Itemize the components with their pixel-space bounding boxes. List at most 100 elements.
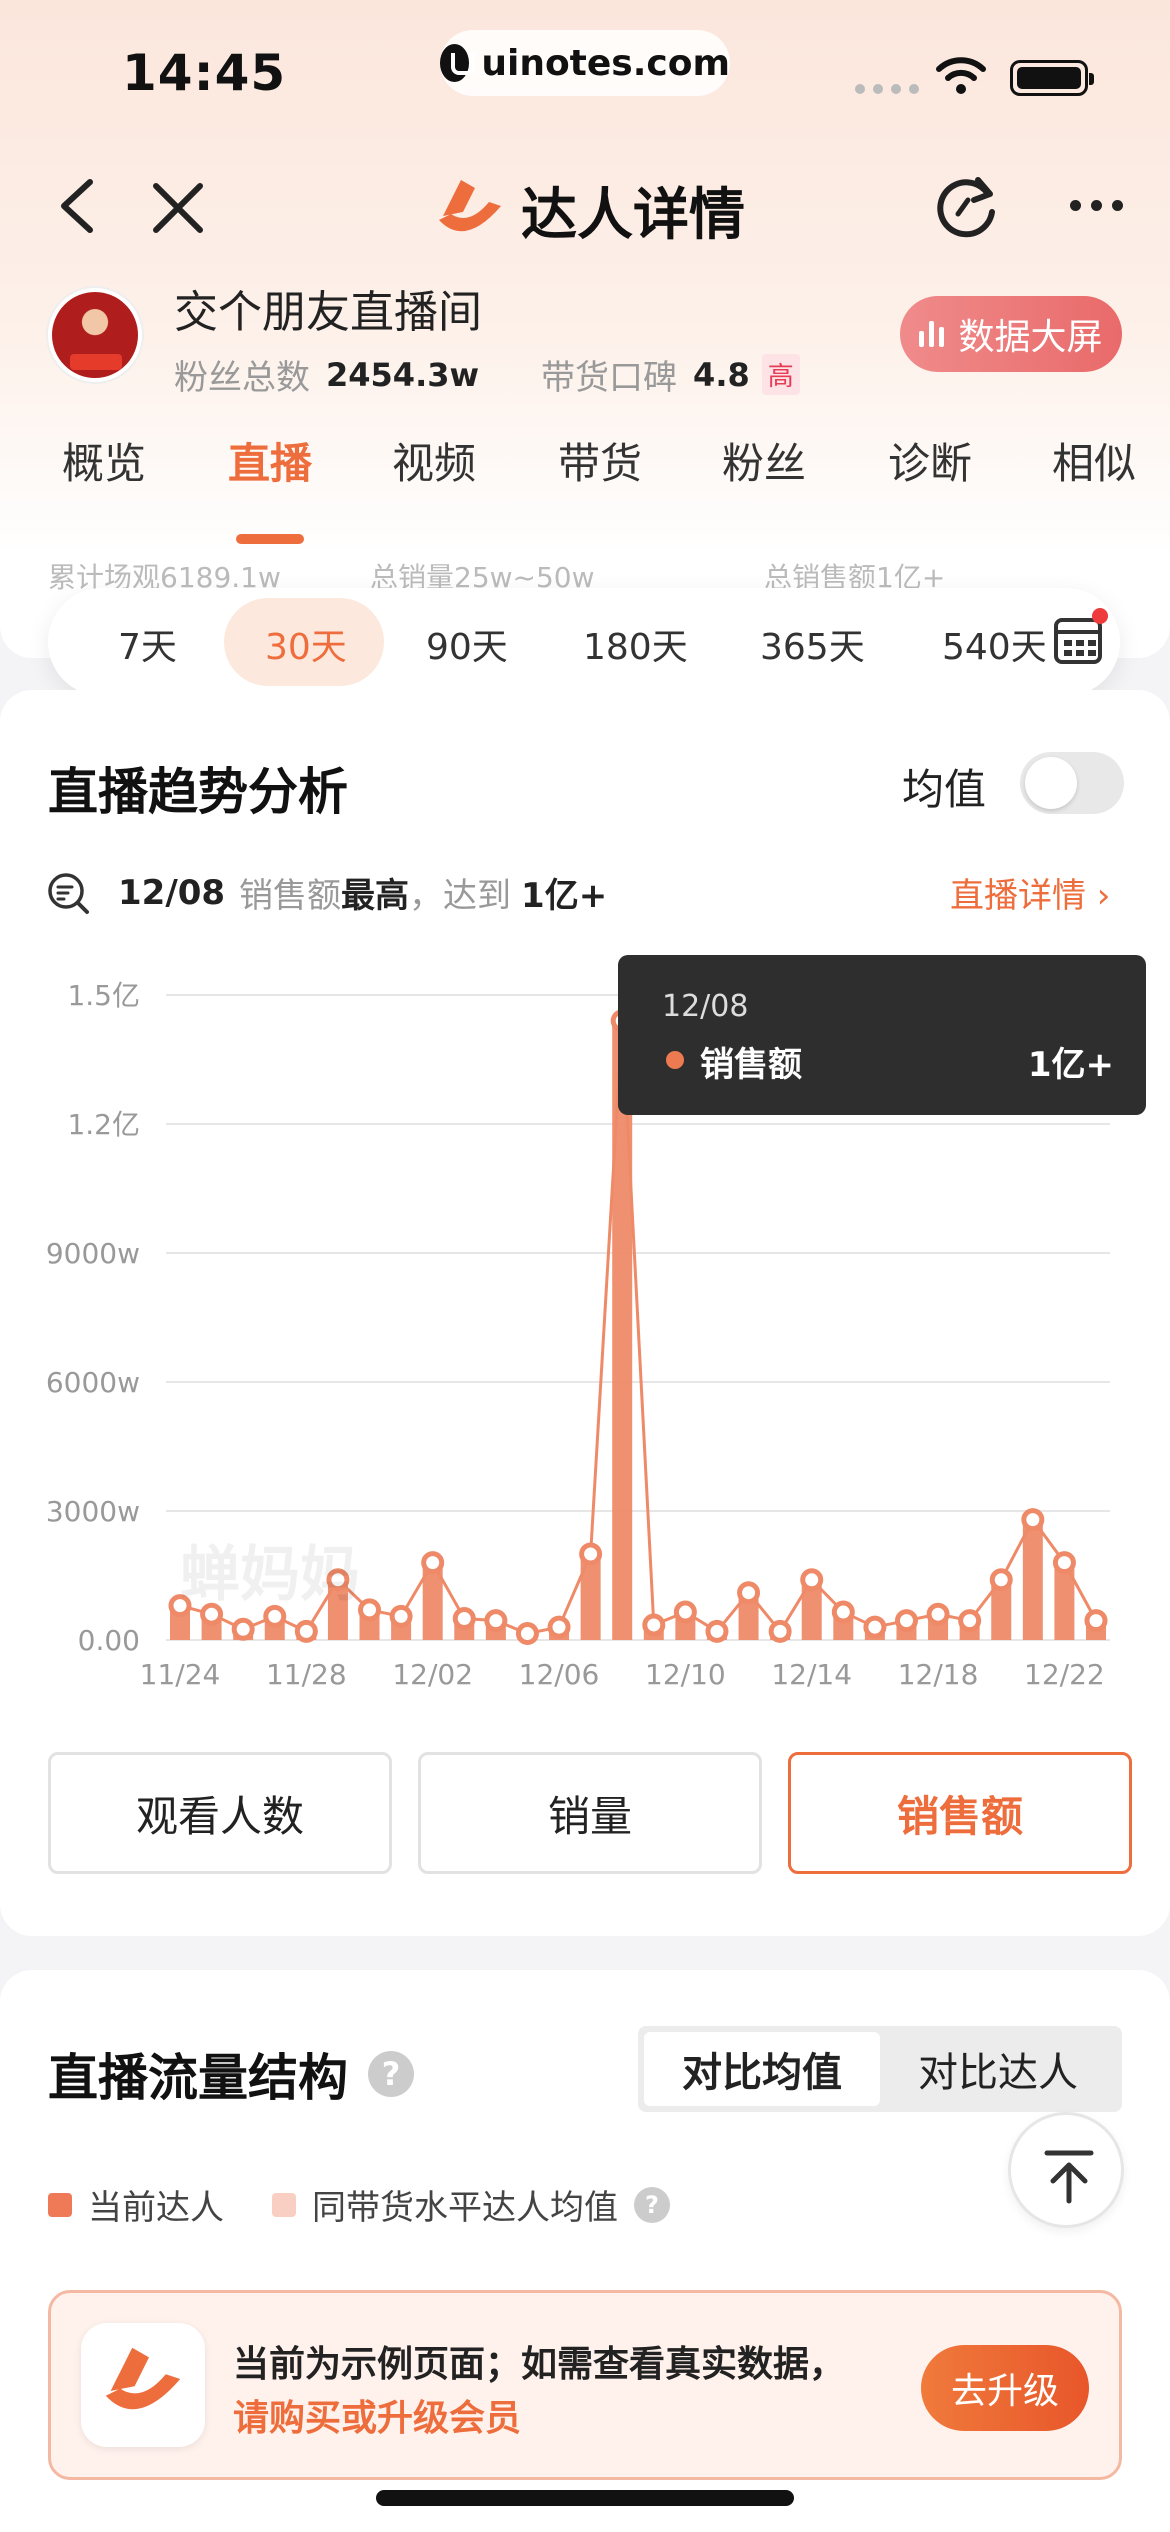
data-big-screen-label: 数据大屏 [958,317,1103,358]
bar-chart-icon [919,321,945,347]
data-point [705,1619,729,1643]
data-point [642,1613,666,1637]
x-tick-label: 12/06 [519,1658,600,1691]
range-30d[interactable]: 30天 [265,618,347,670]
close-icon[interactable] [150,180,206,236]
upgrade-button[interactable]: 去升级 [921,2345,1089,2431]
notification-dot [1092,608,1108,624]
fans-label: 粉丝总数 [174,358,310,398]
metric-revenue-button[interactable]: 销售额 [788,1752,1132,1874]
tooltip-series-name: 销售额 [700,1045,802,1085]
segment-compare-creator[interactable]: 对比达人 [880,2032,1116,2106]
insight-value: 1亿+ [521,876,608,916]
y-tick-label: 3000w [46,1495,140,1528]
segment-compare-average[interactable]: 对比均值 [644,2032,880,2106]
y-tick-label: 1.2亿 [67,1108,140,1141]
upgrade-banner: 当前为示例页面；如需查看真实数据， 请购买或升级会员 去升级 [48,2290,1122,2480]
insight-reach: ，达到 [409,876,512,916]
banner-message: 当前为示例页面；如需查看真实数据， [233,2344,846,2385]
tab-video[interactable]: 视频 [392,430,476,491]
data-point [926,1602,950,1626]
tab-overview[interactable]: 概览 [62,430,146,491]
x-tick-label: 12/18 [898,1658,979,1691]
y-tick-label: 9000w [46,1237,140,1270]
x-tick-label: 12/02 [392,1658,473,1691]
data-point [579,1542,603,1566]
data-point [421,1551,445,1575]
tab-fans[interactable]: 粉丝 [722,430,806,491]
x-tick-label: 11/28 [266,1658,347,1691]
traffic-title: 直播流量结构 [48,2049,348,2107]
calendar-icon[interactable] [1054,618,1102,664]
trend-title: 直播趋势分析 [48,763,348,821]
url-pill[interactable]: uinotes.com [440,30,730,96]
tab-diagnosis[interactable]: 诊断 [888,430,972,491]
insight-date: 12/08 [118,872,226,913]
range-365d[interactable]: 365天 [760,618,865,670]
data-point [231,1617,255,1641]
metric-volume-button[interactable]: 销量 [418,1752,762,1874]
back-icon[interactable] [50,176,110,236]
insight-row: 12/08 销售额 最高 ，达到 1亿+ [46,868,607,917]
help-icon[interactable]: ? [368,2051,414,2097]
data-point [863,1615,887,1639]
legend-help-icon[interactable]: ? [634,2186,670,2223]
banner-app-logo [81,2323,205,2447]
x-tick-label: 12/22 [1024,1658,1105,1691]
tooltip-date: 12/08 [662,989,749,1024]
live-detail-link[interactable]: 直播详情 › [950,868,1110,917]
reputation-value: 4.8 [693,355,750,394]
traffic-legend: 当前达人 同带货水平达人均值 ? [48,2180,670,2229]
app-logo-icon [105,2347,181,2410]
profile-name: 交个朋友直播间 [174,287,482,338]
range-90d[interactable]: 90天 [426,618,508,670]
data-point [894,1609,918,1633]
average-toggle[interactable] [1020,752,1124,814]
data-point [737,1581,761,1605]
range-7d[interactable]: 7天 [118,618,177,670]
data-big-screen-button[interactable]: 数据大屏 [900,296,1122,372]
legend-average-label: 同带货水平达人均值 [312,2188,618,2228]
chart-tooltip: 12/08 销售额 1亿+ [618,955,1146,1115]
active-tab-indicator [236,534,304,544]
range-540d[interactable]: 540天 [942,618,1047,670]
tooltip-value: 1亿+ [1027,1045,1114,1085]
date-range-selector: 7天 30天 90天 180天 365天 540天 [48,588,1120,696]
banner-cta-text[interactable]: 请购买或升级会员 [233,2389,521,2441]
data-point [1052,1551,1076,1575]
y-tick-label: 0.00 [78,1624,140,1657]
cellular-signal-icon [855,84,919,94]
y-tick-label: 1.5亿 [67,979,140,1012]
range-180d[interactable]: 180天 [583,618,688,670]
wifi-icon [936,57,986,94]
y-tick-label: 6000w [46,1366,140,1399]
tab-sales[interactable]: 带货 [558,430,642,491]
refresh-icon[interactable] [932,172,1000,240]
data-point [1021,1508,1045,1532]
x-tick-label: 12/14 [771,1658,852,1691]
avatar[interactable] [48,288,142,382]
nav-title: 达人详情 [435,170,745,251]
insight-search-icon [48,872,89,914]
data-point [768,1619,792,1643]
bar [1022,1519,1043,1640]
compare-segmented-control: 对比均值 对比达人 [638,2026,1122,2112]
data-point [958,1609,982,1633]
metric-viewers-button[interactable]: 观看人数 [48,1752,392,1874]
legend-average-swatch [272,2192,296,2217]
arrow-up-icon [1044,2150,1094,2204]
data-point [547,1615,571,1639]
home-indicator [376,2490,794,2506]
data-point [484,1609,508,1633]
tab-live[interactable]: 直播 [228,430,312,491]
app-logo-icon [439,179,501,231]
more-icon[interactable] [1070,200,1123,211]
nav-title-text: 达人详情 [521,183,745,248]
data-point [452,1607,476,1630]
x-tick-label: 12/10 [645,1658,726,1691]
scroll-to-top-button[interactable] [1008,2112,1124,2228]
lock-icon [440,44,476,82]
tab-similar[interactable]: 相似 [1052,430,1136,491]
x-tick-label: 11/24 [140,1658,221,1691]
data-point [358,1598,382,1622]
